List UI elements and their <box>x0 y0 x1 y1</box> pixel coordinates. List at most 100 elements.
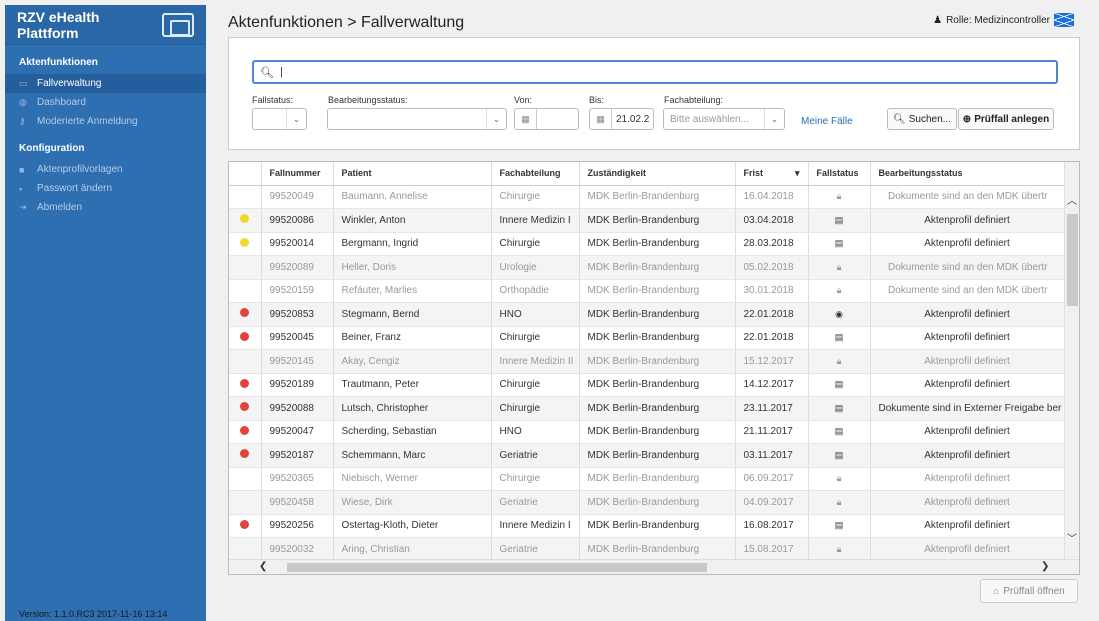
cell-fallstatus: ▤ <box>808 396 871 421</box>
sidebar-item-label: Passwort ändern <box>37 183 113 194</box>
fallstatus-select[interactable]: ⌄ <box>252 108 307 130</box>
meine-faelle-link[interactable]: Meine Fälle <box>801 116 853 127</box>
horizontal-scroll-thumb[interactable] <box>287 563 707 572</box>
cell-patient: Akay, Cengiz <box>333 349 492 374</box>
cell-bearbeitungsstatus: Dokumente sind an den MDK übertr <box>870 255 1065 280</box>
table-row[interactable]: 99520458 Wiese, Dirk Geriatrie MDK Berlin-B… <box>229 490 1065 515</box>
column-header-fallnummer[interactable]: Fallnummer <box>261 162 334 186</box>
sidebar-item-passwort[interactable]: ▪ Passwort ändern <box>5 179 206 198</box>
sidebar-item-dashboard[interactable]: ◍ Dashboard <box>5 93 206 112</box>
cell-patient: Beiner, Franz <box>333 326 492 350</box>
table-row[interactable]: 99520159 Refäuter, Marlies Orthopädie MDK B… <box>229 279 1065 303</box>
vertical-scroll-thumb[interactable] <box>1067 214 1078 306</box>
document-icon: ▤ <box>834 520 844 531</box>
column-header-patient[interactable]: Patient <box>333 162 492 186</box>
open-button-label: Prüffall öffnen <box>1003 585 1065 597</box>
sidebar-item-aktenprofilvorlagen[interactable]: ■ Aktenprofilvorlagen <box>5 160 206 179</box>
fachabteilung-label: Fachabteilung: <box>664 95 724 105</box>
brand-bar: RZV eHealth Plattform <box>5 5 206 45</box>
fachabteilung-select[interactable]: Bitte auswählen... ⌄ <box>663 108 785 130</box>
cell-fallstatus: ▤ <box>808 514 871 538</box>
search-input[interactable]: 🔍︎ | <box>252 60 1058 84</box>
column-header-fallstatus[interactable]: Fallstatus <box>808 162 871 186</box>
table-header-row: Fallnummer Patient Fachabteilung Zuständ… <box>229 162 1065 186</box>
cell-patient: Wiese, Dirk <box>333 490 492 515</box>
cell-zustaendigkeit: MDK Berlin-Brandenburg <box>579 467 736 491</box>
sidebar-item-fallverwaltung[interactable]: ▭ Fallverwaltung <box>5 74 206 93</box>
column-header-frist[interactable]: Frist ▾ <box>735 162 809 186</box>
priority-cell <box>229 514 262 538</box>
priority-cell <box>229 420 262 444</box>
cell-fachabteilung: Chirurgie <box>491 326 580 350</box>
cell-bearbeitungsstatus: Aktenprofil definiert <box>870 373 1065 397</box>
lock-icon: ▪ <box>19 183 23 194</box>
sidebar-item-moderierte-anmeldung[interactable]: ⚷ Moderierte Anmeldung <box>5 112 206 131</box>
open-prueffall-button[interactable]: ⌂ Prüffall öffnen <box>980 579 1078 603</box>
priority-cell <box>229 490 262 515</box>
cell-zustaendigkeit: MDK Berlin-Brandenburg <box>579 443 736 468</box>
table-row[interactable]: 99520045 Beiner, Franz Chirurgie MDK Berlin… <box>229 326 1065 350</box>
chevron-down-icon: ⌄ <box>286 109 306 129</box>
column-header-bearbeitungsstatus[interactable]: Bearbeitungsstatus <box>870 162 1065 186</box>
cell-frist: 28.03.2018 <box>735 232 809 256</box>
search-button[interactable]: 🔍︎ Suchen... <box>887 108 957 130</box>
table-row[interactable]: 99520088 Lutsch, Christopher Chirurgie MDK … <box>229 396 1065 421</box>
cell-fallstatus: 🔒︎ <box>808 490 871 515</box>
folder-open-icon: ⌂ <box>993 585 1000 597</box>
lock-icon: 🔒︎ <box>836 543 842 554</box>
folder-icon: ▭ <box>19 78 28 88</box>
cell-bearbeitungsstatus: Aktenprofil definiert <box>870 490 1065 515</box>
dashboard-icon: ◍ <box>19 97 27 107</box>
sidebar-item-abmelden[interactable]: ⇥ Abmelden <box>5 198 206 217</box>
column-header-fachabteilung[interactable]: Fachabteilung <box>491 162 580 186</box>
cell-fallstatus: 🔒︎ <box>808 185 871 209</box>
create-prueffall-button[interactable]: ⊕ Prüffall anlegen <box>958 108 1054 130</box>
table-row[interactable]: 99520365 Niebisch, Werner Chirurgie MDK Ber… <box>229 467 1065 491</box>
table-row[interactable]: 99520089 Heller, Doris Urologie MDK Berlin-… <box>229 255 1065 280</box>
document-icon: ▤ <box>834 238 844 249</box>
scroll-down-icon[interactable]: ﹀ <box>1067 530 1077 545</box>
cell-frist: 16.04.2018 <box>735 185 809 209</box>
cell-patient: Refäuter, Marlies <box>333 279 492 303</box>
table-row[interactable]: 99520145 Akay, Cengiz Innere Medizin II MDK… <box>229 349 1065 374</box>
priority-dot-icon <box>240 214 250 224</box>
von-date-input[interactable]: ▦ <box>514 108 579 130</box>
table-row[interactable]: 99520014 Bergmann, Ingrid Chirurgie MDK Ber… <box>229 232 1065 256</box>
cell-fallnummer: 99520159 <box>261 279 334 303</box>
cell-frist: 22.01.2018 <box>735 302 809 327</box>
cell-fallnummer: 99520365 <box>261 467 334 491</box>
cell-zustaendigkeit: MDK Berlin-Brandenburg <box>579 396 736 421</box>
scroll-right-icon[interactable]: ❯ <box>1041 561 1049 572</box>
priority-cell <box>229 349 262 374</box>
sort-desc-icon: ▾ <box>794 167 800 178</box>
priority-cell <box>229 185 262 209</box>
bis-date-input[interactable]: ▦ 21.02.2 <box>589 108 654 130</box>
priority-dot-icon <box>240 425 250 435</box>
table-row[interactable]: 99520086 Winkler, Anton Innere Medizin I MD… <box>229 208 1065 233</box>
priority-dot-icon <box>240 237 250 247</box>
version-label: Version: 1.1.0.RC3 2017-11-16 13:14 <box>19 609 168 619</box>
table-row[interactable]: 99520256 Ostertag-Kloth, Dieter Innere Med… <box>229 514 1065 538</box>
column-header-zustaendigkeit[interactable]: Zuständigkeit <box>579 162 736 186</box>
table-row[interactable]: 99520187 Schemmann, Marc Geriatrie MDK Berl… <box>229 443 1065 468</box>
table-row[interactable]: 99520189 Trautmann, Peter Chirurgie MDK Ber… <box>229 373 1065 397</box>
scroll-left-icon[interactable]: ❮ <box>259 561 267 572</box>
horizontal-scrollbar[interactable]: ❮ ❯ <box>229 559 1079 574</box>
cell-patient: Niebisch, Werner <box>333 467 492 491</box>
table-row[interactable]: 99520047 Scherding, Sebastian HNO MDK Berli… <box>229 420 1065 444</box>
table-row[interactable]: 99520049 Baumann, Annelise Chirurgie MDK Be… <box>229 185 1065 209</box>
table-row[interactable]: 99520032 Aring, Christian Geriatrie MDK Ber… <box>229 537 1065 562</box>
priority-dot-icon <box>240 308 250 318</box>
bearbeitungsstatus-select[interactable]: ⌄ <box>327 108 507 130</box>
cell-fallnummer: 99520049 <box>261 185 334 209</box>
priority-cell <box>229 208 262 233</box>
user-icon: ♟ <box>933 14 943 26</box>
table-row[interactable]: 99520853 Stegmann, Bernd HNO MDK Berlin-Bra… <box>229 302 1065 327</box>
priority-dot-icon <box>240 449 250 459</box>
mail-icon[interactable] <box>1054 13 1074 27</box>
scroll-up-icon[interactable]: ︿ <box>1067 192 1077 207</box>
cell-fallstatus: 🔒︎ <box>808 537 871 562</box>
vertical-scrollbar[interactable]: ︿ ﹀ <box>1064 162 1079 560</box>
frist-header-label: Frist <box>743 167 764 178</box>
lock-icon: 🔒︎ <box>836 496 842 507</box>
